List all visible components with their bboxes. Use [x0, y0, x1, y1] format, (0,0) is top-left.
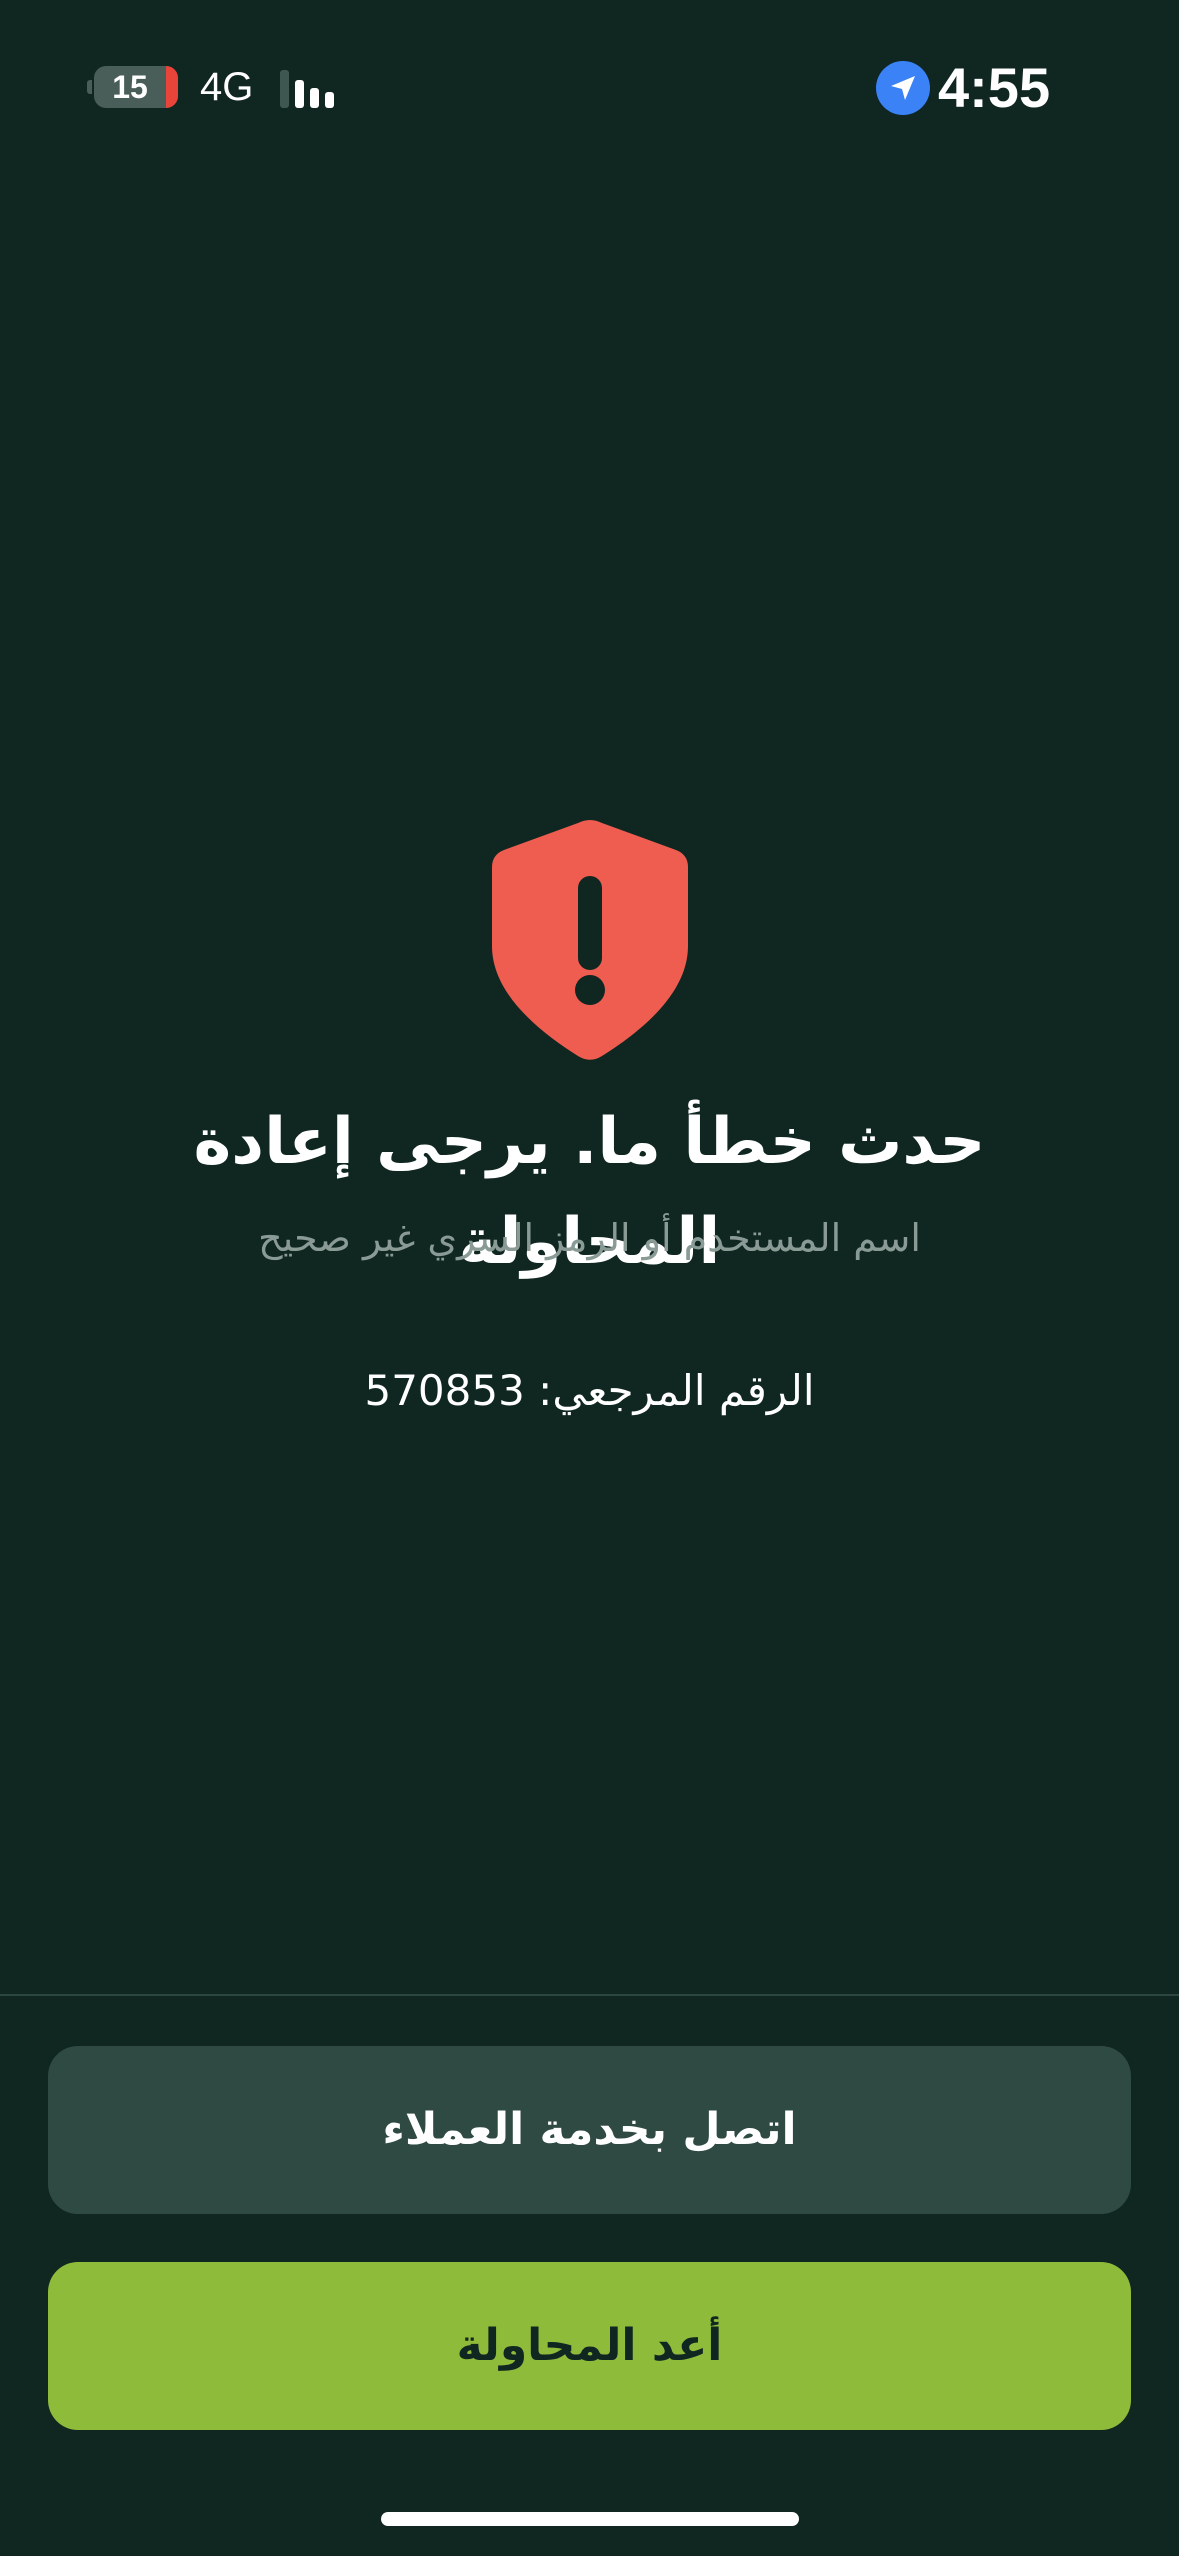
signal-bars-icon — [280, 68, 340, 108]
shield-exclamation-icon — [490, 818, 690, 1062]
battery-level: 15 — [112, 69, 148, 105]
location-arrow-icon — [876, 61, 930, 115]
reference-number: الرقم المرجعي: 570853 — [364, 1366, 815, 1415]
battery-icon: 15 — [87, 66, 178, 108]
home-indicator[interactable] — [381, 2512, 799, 2526]
status-bar: 15 4G 4:55 — [0, 0, 1179, 175]
error-subtitle: اسم المستخدم أو الرمز السري غير صحيح — [258, 1216, 921, 1260]
retry-button[interactable]: أعد المحاولة — [48, 2262, 1131, 2430]
network-type: 4G — [200, 65, 254, 109]
contact-support-button[interactable]: اتصل بخدمة العملاء — [48, 2046, 1131, 2214]
divider — [0, 1994, 1179, 1996]
status-time: 4:55 — [938, 56, 1051, 119]
